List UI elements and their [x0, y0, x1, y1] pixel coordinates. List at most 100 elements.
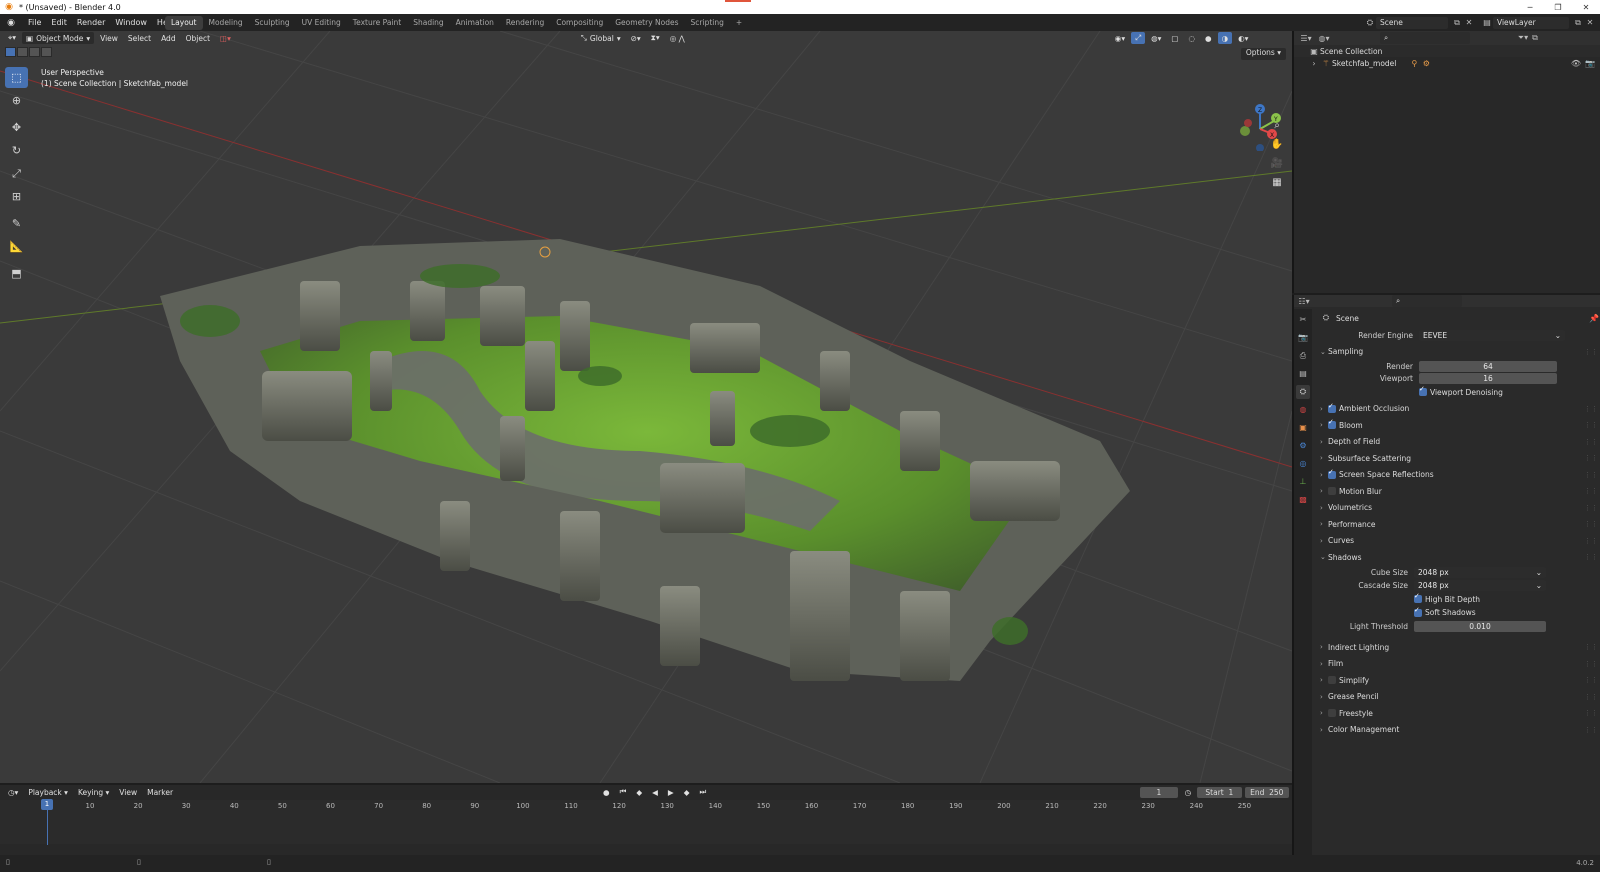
- drag-handle-icon[interactable]: ⋮⋮: [1584, 726, 1598, 734]
- prev-keyframe-icon[interactable]: ◆: [632, 786, 646, 798]
- panel-section-depth-of-field[interactable]: › Depth of Field ⋮⋮: [1314, 434, 1600, 451]
- cube-size-dropdown[interactable]: 2048 px ⌄: [1414, 566, 1546, 578]
- drag-handle-icon[interactable]: ⋮⋮: [1584, 504, 1598, 512]
- gizmo-toggle-icon[interactable]: ⤢: [1131, 32, 1146, 44]
- options-button[interactable]: Options ▾: [1240, 48, 1286, 60]
- 3d-viewport[interactable]: ⌖▾ ▣ Object Mode ▾ View Select Add Object…: [0, 31, 1292, 783]
- add-cube-tool-icon[interactable]: ⬒: [5, 263, 28, 284]
- shading-solid-icon[interactable]: ●: [1201, 32, 1216, 44]
- pan-hand-icon[interactable]: ✋: [1268, 136, 1286, 152]
- close-button[interactable]: ✕: [1572, 0, 1600, 14]
- measure-tool-icon[interactable]: 📐: [5, 236, 28, 257]
- panel-section-freestyle[interactable]: › Freestyle ⋮⋮: [1314, 705, 1600, 722]
- playback-menu[interactable]: Playback ▾: [24, 786, 72, 798]
- scene-selector[interactable]: Scene: [1376, 16, 1448, 29]
- section-checkbox[interactable]: [1328, 418, 1336, 430]
- rotate-tool-icon[interactable]: ↻: [5, 140, 28, 161]
- panel-section-simplify[interactable]: › Simplify ⋮⋮: [1314, 672, 1600, 689]
- maximize-button[interactable]: ❐: [1544, 0, 1572, 14]
- texture-tab-icon[interactable]: ▩: [1296, 493, 1310, 507]
- cascade-size-dropdown[interactable]: 2048 px ⌄: [1414, 580, 1546, 592]
- drag-handle-icon[interactable]: ⋮⋮: [1584, 660, 1598, 668]
- select-mode-extend-icon[interactable]: [17, 47, 28, 57]
- section-checkbox[interactable]: [1328, 468, 1336, 479]
- view-layer-tab-icon[interactable]: ▤: [1296, 367, 1310, 381]
- panel-section-film[interactable]: › Film ⋮⋮: [1314, 656, 1600, 673]
- select-menu[interactable]: Select: [124, 32, 155, 44]
- tool-tab-icon[interactable]: ✂: [1296, 313, 1310, 327]
- outliner-item-row[interactable]: › ⚚ Sketchfab_model ⚲ ⚙ 👁 📷: [1294, 57, 1600, 69]
- add-view-layer-icon[interactable]: ⧉: [1572, 17, 1584, 29]
- drag-handle-icon[interactable]: ⋮⋮: [1584, 537, 1598, 545]
- drag-handle-icon[interactable]: ⋮⋮: [1584, 471, 1598, 479]
- tab-animation[interactable]: Animation: [450, 16, 500, 30]
- select-box-tool-icon[interactable]: ⬚: [5, 67, 28, 88]
- add-workspace-icon[interactable]: +: [730, 16, 748, 30]
- section-checkbox[interactable]: [1328, 402, 1336, 413]
- drag-handle-icon[interactable]: ⋮⋮: [1584, 348, 1598, 356]
- ortho-grid-icon[interactable]: ▦: [1268, 174, 1286, 190]
- jump-end-icon[interactable]: ⏭: [695, 786, 710, 798]
- object-menu[interactable]: Object: [182, 32, 214, 44]
- shading-wireframe-icon[interactable]: ◌: [1185, 32, 1200, 44]
- next-keyframe-icon[interactable]: ◆: [680, 786, 694, 798]
- panel-section-screen-space-reflections[interactable]: › Screen Space Reflections ⋮⋮: [1314, 467, 1600, 484]
- drag-handle-icon[interactable]: ⋮⋮: [1584, 421, 1598, 429]
- object-mode-dropdown[interactable]: ▣ Object Mode ▾: [22, 32, 95, 44]
- output-tab-icon[interactable]: ⎙: [1296, 349, 1310, 363]
- drag-handle-icon[interactable]: ⋮⋮: [1584, 643, 1598, 651]
- drag-handle-icon[interactable]: ⋮⋮: [1584, 553, 1598, 561]
- drag-handle-icon[interactable]: ⋮⋮: [1584, 454, 1598, 462]
- filter-icon[interactable]: ⏷▾: [1517, 32, 1529, 44]
- pin-scene-icon[interactable]: ⧉: [1451, 17, 1463, 29]
- drag-handle-icon[interactable]: ⋮⋮: [1584, 487, 1598, 495]
- play-reverse-icon[interactable]: ◀: [648, 786, 662, 798]
- outliner-search-input[interactable]: ⌕: [1380, 32, 1470, 44]
- proportional-edit-icon[interactable]: ◎ ⋀: [666, 32, 689, 44]
- drag-handle-icon[interactable]: ⋮⋮: [1584, 676, 1598, 684]
- jump-start-icon[interactable]: ⏮: [616, 786, 631, 798]
- select-mode-subtract-icon[interactable]: [29, 47, 40, 57]
- sampling-header[interactable]: ⌄ Sampling ⋮⋮: [1314, 344, 1600, 361]
- end-frame-field[interactable]: End 250: [1244, 786, 1290, 798]
- render-tab-icon[interactable]: 📷: [1296, 331, 1310, 345]
- drag-handle-icon[interactable]: ⋮⋮: [1584, 405, 1598, 413]
- tab-compositing[interactable]: Compositing: [550, 16, 609, 30]
- panel-section-curves[interactable]: › Curves ⋮⋮: [1314, 533, 1600, 550]
- blender-menu-icon[interactable]: ◉: [4, 16, 18, 30]
- menu-window[interactable]: Window: [110, 18, 152, 27]
- pin-icon[interactable]: 📌: [1588, 312, 1600, 324]
- properties-search-input[interactable]: ⌕: [1392, 295, 1462, 307]
- physics-tab-icon[interactable]: ◎: [1296, 457, 1310, 471]
- shading-material-icon[interactable]: ◑: [1217, 32, 1233, 44]
- panel-section-ambient-occlusion[interactable]: › Ambient Occlusion ⋮⋮: [1314, 401, 1600, 418]
- menu-edit[interactable]: Edit: [46, 18, 72, 27]
- object-icon[interactable]: ◫▾: [216, 32, 235, 44]
- tab-geometry-nodes[interactable]: Geometry Nodes: [609, 16, 684, 30]
- tab-sculpting[interactable]: Sculpting: [249, 16, 296, 30]
- timeline-track-area[interactable]: [0, 814, 1292, 844]
- menu-file[interactable]: File: [23, 18, 46, 27]
- view-layer-selector[interactable]: ViewLayer: [1493, 16, 1569, 29]
- render-camera-icon[interactable]: 📷: [1584, 57, 1596, 69]
- sampling-viewport-field[interactable]: 16: [1419, 372, 1557, 384]
- snap-icon[interactable]: ⧗▾: [647, 32, 664, 44]
- constraints-tab-icon[interactable]: ⊥: [1296, 475, 1310, 489]
- minimize-button[interactable]: ─: [1516, 0, 1544, 14]
- select-mode-new-icon[interactable]: [5, 47, 16, 57]
- select-mode-invert-icon[interactable]: [41, 47, 52, 57]
- properties-editor-icon[interactable]: ☷▾: [1298, 295, 1310, 307]
- remove-scene-icon[interactable]: ✕: [1463, 17, 1475, 29]
- visibility-icon[interactable]: ◉▾: [1111, 32, 1129, 44]
- section-checkbox[interactable]: [1328, 487, 1336, 496]
- panel-section-subsurface-scattering[interactable]: › Subsurface Scattering ⋮⋮: [1314, 450, 1600, 467]
- tab-modeling[interactable]: Modeling: [203, 16, 249, 30]
- start-frame-field[interactable]: Start 1: [1197, 786, 1242, 798]
- drag-handle-icon[interactable]: ⋮⋮: [1584, 693, 1598, 701]
- transform-tool-icon[interactable]: ⊞: [5, 186, 28, 207]
- timeline-view-menu[interactable]: View: [115, 786, 141, 798]
- drag-handle-icon[interactable]: ⋮⋮: [1584, 520, 1598, 528]
- expand-arrow-icon[interactable]: ›: [1308, 57, 1320, 69]
- editor-type-icon[interactable]: ⌖▾: [4, 32, 20, 44]
- panel-section-grease-pencil[interactable]: › Grease Pencil ⋮⋮: [1314, 689, 1600, 706]
